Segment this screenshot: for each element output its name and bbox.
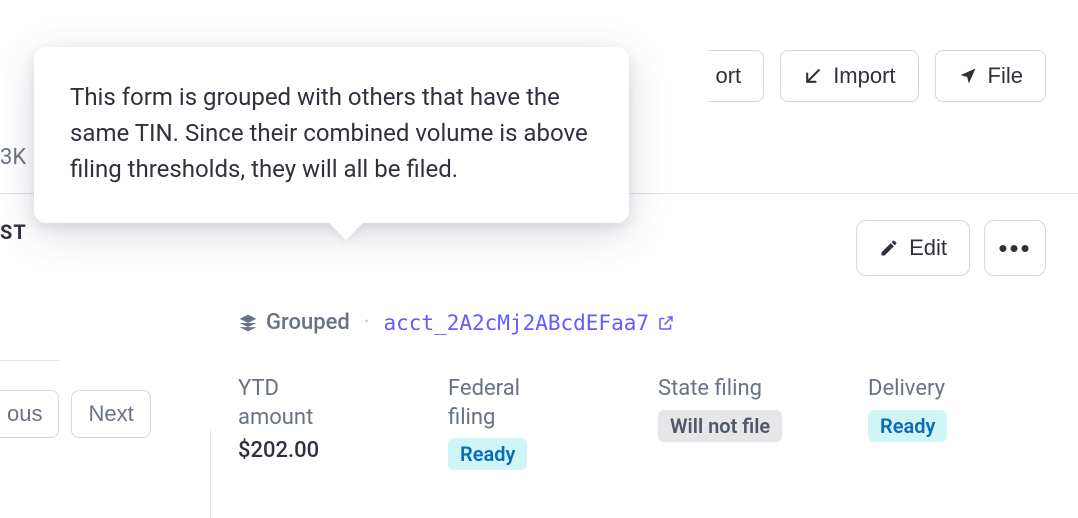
metric-ytd-label-l2: amount [238,405,313,430]
grouped-badge: Grouped [238,310,350,335]
account-link[interactable]: acct_2A2cMj2ABcdEFaa7 [384,311,676,335]
grouped-label-text: Grouped [266,310,350,335]
account-id-text: acct_2A2cMj2ABcdEFaa7 [384,311,650,335]
metric-federal-label-l2: filing [448,405,495,430]
federal-status-badge: Ready [448,438,527,470]
export-label-fragment: ort [716,63,742,89]
previous-label-fragment: ous [7,401,42,426]
import-icon [803,66,823,86]
previous-button[interactable]: ous [0,390,59,438]
delivery-status-badge: Ready [868,410,947,442]
sidebar-heading-fragment: ST [0,220,27,244]
metric-delivery-value: Ready [868,410,1018,442]
sidebar-count-fragment: 3K [0,145,26,170]
grouped-tooltip: This form is grouped with others that ha… [34,47,629,223]
file-button[interactable]: File [935,50,1046,102]
metric-state: State filing Will not file [658,375,808,470]
next-label: Next [88,401,133,426]
pagination: ous Next [0,390,151,438]
tooltip-text: This form is grouped with others that ha… [70,83,588,183]
file-label: File [988,63,1023,89]
metric-state-value: Will not file [658,410,808,442]
next-button[interactable]: Next [71,390,150,438]
metric-delivery-label: Delivery [868,375,1018,404]
edit-button[interactable]: Edit [856,220,970,276]
metric-federal-value: Ready [448,438,598,470]
metric-ytd-label-l1: YTD [238,376,279,401]
title-row: Cookies Inc. Edit ••• [238,220,1046,276]
metric-delivery: Delivery Ready [868,375,1018,470]
layers-icon [238,313,258,333]
metric-state-label: State filing [658,375,808,404]
vertical-divider [210,430,211,518]
external-link-icon [657,314,675,332]
metrics-row: YTD amount $202.00 Federal filing Ready … [238,375,1046,470]
grouped-row: Grouped · acct_2A2cMj2ABcdEFaa7 [238,310,1046,335]
more-button[interactable]: ••• [984,220,1046,276]
import-button[interactable]: Import [780,50,918,102]
metric-federal-label: Federal filing [448,375,598,432]
title-actions: Edit ••• [856,220,1046,276]
import-label: Import [833,63,895,89]
metric-ytd-label: YTD amount [238,375,388,432]
pencil-icon [879,238,899,258]
dot-separator: · [364,310,370,335]
metric-federal: Federal filing Ready [448,375,598,470]
send-icon [958,66,978,86]
export-button[interactable]: ort [708,50,765,102]
ellipsis-icon: ••• [998,233,1031,264]
top-toolbar: ort Import File [708,50,1047,102]
edit-label: Edit [909,235,947,261]
main-panel: Cookies Inc. Edit ••• Grouped · acct_2A2… [238,220,1046,470]
metric-ytd: YTD amount $202.00 [238,375,388,470]
metric-ytd-value: $202.00 [238,438,388,463]
state-status-badge: Will not file [658,410,782,442]
metric-federal-label-l1: Federal [448,376,520,401]
sidebar-divider [0,360,60,361]
